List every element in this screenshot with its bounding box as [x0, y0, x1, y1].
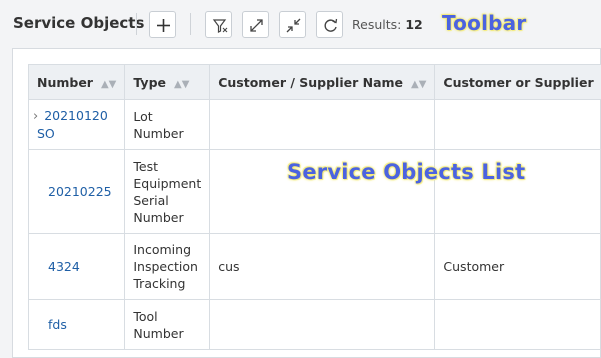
name-cell [209, 99, 436, 150]
cos-cell [434, 299, 601, 350]
sort-icon[interactable]: ▲▼ [174, 79, 189, 90]
filter-icon [212, 19, 228, 33]
plus-icon [157, 19, 170, 32]
number-link[interactable]: fds [48, 317, 67, 332]
number-link[interactable]: 20210225 [48, 184, 112, 199]
refresh-button[interactable] [316, 11, 343, 38]
table-header-row: Number ▲▼ Type ▲▼ Customer / Supplier Name… [27, 64, 601, 100]
refresh-icon [324, 18, 338, 32]
table-row[interactable]: › 20210120 SO Lot Number [27, 99, 601, 150]
cos-cell [434, 99, 601, 150]
type-cell: Tool Number [124, 299, 211, 350]
list-annotation: Service Objects List [287, 160, 526, 184]
sort-icon[interactable]: ▲▼ [101, 79, 116, 90]
type-cell: Incoming Inspection Tracking [124, 233, 211, 300]
table-row[interactable]: fds Tool Number [27, 299, 601, 350]
results-count: Results: 12 [352, 17, 423, 32]
name-cell [209, 299, 436, 350]
toolbar-divider [136, 13, 137, 35]
toolbar-divider [190, 13, 191, 35]
page-title: Service Objects [13, 14, 145, 32]
number-link[interactable]: 4324 [48, 259, 80, 274]
cos-cell: Customer [434, 233, 601, 300]
column-header-cos[interactable]: Customer or Supplier▲▼ [434, 64, 601, 100]
collapse-icon [286, 18, 301, 33]
service-objects-panel: Number ▲▼ Type ▲▼ Customer / Supplier Name… [12, 48, 601, 358]
results-value: 12 [405, 17, 423, 32]
type-cell: Lot Number [124, 99, 211, 150]
sort-icon[interactable]: ▲▼ [411, 79, 426, 90]
results-label: Results: [352, 17, 402, 32]
expand-all-button[interactable] [242, 11, 269, 38]
column-header-type[interactable]: Type ▲▼ [124, 64, 211, 100]
service-objects-table: Number ▲▼ Type ▲▼ Customer / Supplier Name… [27, 64, 601, 350]
type-cell: Test Equipment Serial Number [124, 149, 211, 234]
add-button[interactable] [149, 11, 176, 38]
chevron-right-icon[interactable]: › [33, 109, 38, 124]
toolbar-annotation: Toolbar [442, 11, 527, 35]
name-cell: cus [209, 233, 436, 300]
column-header-number[interactable]: Number ▲▼ [27, 64, 126, 100]
collapse-all-button[interactable] [279, 11, 306, 38]
expand-icon [250, 19, 263, 32]
filter-button[interactable] [205, 11, 232, 38]
number-link[interactable]: 20210120 SO [37, 108, 108, 141]
table-row[interactable]: 4324 Incoming Inspection Tracking cus Cu… [27, 233, 601, 300]
column-header-name[interactable]: Customer / Supplier Name ▲▼ [209, 64, 436, 100]
